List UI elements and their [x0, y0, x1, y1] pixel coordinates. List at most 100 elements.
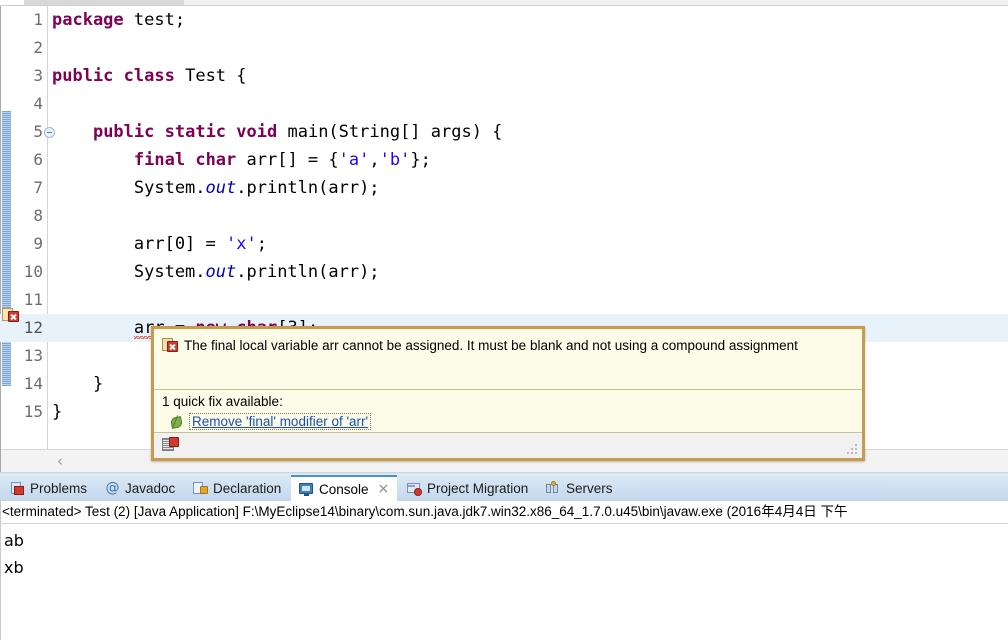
code-token: arr[] = { [236, 150, 339, 170]
console-output-line: ab [4, 531, 24, 550]
code-token: public [52, 66, 114, 86]
code-token: public [92, 122, 155, 142]
fold-collapse-icon[interactable] [44, 127, 55, 138]
code-line[interactable]: 3 public class Test { [0, 62, 1008, 90]
console-process-header: <terminated> Test (2) [Java Application]… [2, 504, 848, 519]
tab-label: Servers [566, 480, 613, 496]
tab-label: Project Migration [427, 480, 529, 496]
code-line[interactable]: 7 System.out.println(arr); [0, 174, 1008, 202]
severity-icon-badge [169, 437, 179, 447]
code-token: ; [256, 234, 267, 254]
error-marker-badge [8, 311, 19, 322]
code-token: void [236, 122, 278, 142]
tooltip-message-section: The final local variable arr cannot be a… [154, 329, 862, 361]
code-token: } [52, 374, 104, 394]
code-text: package test; [52, 6, 185, 34]
console-header-rule [0, 523, 1008, 524]
tab-project-migration[interactable]: Project Migration [399, 475, 536, 501]
bottom-view-stack: Problems @ Javadoc Declaration Console × Proje… [0, 472, 1008, 640]
code-token: arr[0] = [52, 234, 226, 254]
code-text: System.out.println(arr); [52, 174, 380, 202]
line-number: 7 [33, 178, 43, 197]
code-token: out [205, 262, 237, 282]
code-token: static [164, 122, 227, 142]
migration-icon [407, 481, 422, 496]
line-number: 15 [23, 402, 43, 421]
line-number: 14 [23, 374, 43, 393]
code-line[interactable]: 9 arr[0] = 'x'; [0, 230, 1008, 258]
code-line[interactable]: 8 [0, 202, 1008, 230]
error-icon [162, 338, 178, 353]
quickfix-section: 1 quick fix available: Remove 'final' mo… [154, 390, 862, 434]
code-token: 'a' [338, 150, 370, 170]
problem-hover-tooltip[interactable]: The final local variable arr cannot be a… [151, 326, 865, 461]
code-line[interactable]: 11 [0, 286, 1008, 314]
problems-icon [10, 481, 25, 496]
console-view[interactable]: <terminated> Test (2) [Java Application]… [0, 501, 1008, 640]
declaration-icon [193, 481, 208, 496]
code-line[interactable]: 5 public static void main(String[] args)… [0, 118, 1008, 146]
code-text: } [52, 398, 62, 426]
code-token: }; [410, 150, 431, 170]
code-token: final [133, 150, 186, 170]
code-line[interactable]: 10 System.out.println(arr); [0, 258, 1008, 286]
configure-problem-severity-icon[interactable] [162, 437, 180, 453]
close-icon[interactable]: × [378, 482, 390, 496]
tab-label: Console [319, 481, 369, 497]
grip-dot [855, 452, 857, 454]
code-token: Test { [174, 66, 247, 86]
code-token: 'x' [226, 234, 257, 254]
line-number: 3 [33, 66, 43, 85]
tab-label: Javadoc [125, 480, 176, 496]
code-token: main(String[] args) { [277, 122, 503, 142]
tab-servers[interactable]: Servers [538, 475, 621, 501]
line-number: 1 [33, 10, 43, 29]
tab-declaration[interactable]: Declaration [185, 475, 289, 501]
code-token: .println(arr); [236, 178, 380, 198]
error-message-text: The final local variable arr cannot be a… [184, 338, 798, 353]
code-line[interactable]: 2 [0, 34, 1008, 62]
code-line[interactable]: 4 [0, 90, 1008, 118]
code-token: out [205, 178, 237, 198]
code-token: package [52, 10, 124, 30]
code-text: } [52, 370, 103, 398]
code-text: final char arr[] = {'a','b'}; [52, 146, 431, 174]
code-line[interactable]: 6 final char arr[] = {'a','b'}; [0, 146, 1008, 174]
code-text: System.out.println(arr); [52, 258, 380, 286]
grip-dot [855, 448, 857, 450]
line-number: 9 [33, 234, 43, 253]
grip-dot [851, 448, 853, 450]
quickfix-link[interactable]: Remove 'final' modifier of 'arr' [189, 413, 372, 430]
code-token: test; [123, 10, 186, 30]
code-line[interactable]: 1 package test; [0, 6, 1008, 34]
tab-console[interactable]: Console × [291, 475, 398, 501]
console-icon [299, 482, 314, 497]
scroll-left-arrow-icon[interactable]: ‹ [53, 454, 67, 469]
tab-javadoc[interactable]: @ Javadoc [97, 475, 183, 501]
quickfix-title: 1 quick fix available: [162, 394, 283, 409]
error-marker-icon[interactable] [2, 307, 20, 323]
quickfix-icon [170, 415, 183, 428]
eclipse-ide-window: 1 package test; 2 3 public class Test {4 5 pu… [0, 0, 1008, 640]
tab-label: Declaration [213, 480, 282, 496]
code-token: } [52, 402, 63, 422]
console-output-line: xb [4, 558, 24, 577]
view-tab-bar[interactable]: Problems @ Javadoc Declaration Console × Proje… [0, 475, 1008, 501]
resize-grip-icon[interactable] [847, 444, 858, 455]
line-number: 13 [23, 346, 43, 365]
tooltip-footer[interactable] [154, 432, 862, 458]
code-token: System. [52, 178, 206, 198]
error-icon-badge [167, 341, 178, 352]
code-token: 'b' [379, 150, 411, 170]
quickfix-item[interactable]: Remove 'final' modifier of 'arr' [154, 412, 862, 434]
grip-dot [851, 452, 853, 454]
console-output[interactable]: ab xb [4, 527, 1004, 581]
tab-problems[interactable]: Problems [2, 475, 95, 501]
code-text: arr[0] = 'x'; [52, 230, 267, 258]
